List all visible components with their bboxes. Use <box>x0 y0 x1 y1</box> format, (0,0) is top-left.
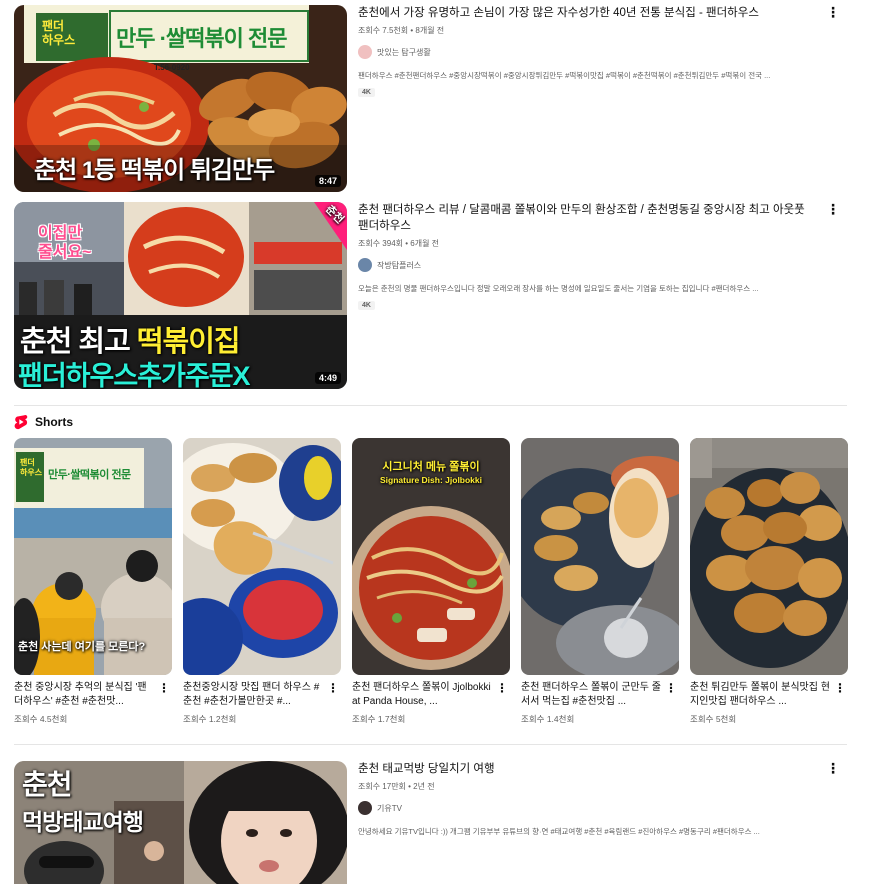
channel-info[interactable]: 기유TV <box>358 801 818 815</box>
channel-name[interactable]: 기유TV <box>377 803 402 814</box>
shorts-shelf: 팬더 하우스 만두·쌀떡볶이 전문 춘천 사는데 여기를 모른다? 춘천 중앙시… <box>14 438 848 725</box>
short-overlay-ko: 시그니처 메뉴 쫄볶이 <box>382 461 480 473</box>
video-stats: 조회수 394회 • 6개월 전 <box>358 239 440 248</box>
short-item[interactable]: 춘천 튀김만두 쫄볶이 분식맛집 현지인맛집 팬더하우스 ... 조회수 5천회… <box>690 438 848 725</box>
video-result-1[interactable]: 팬더 하우스 만두 ·쌀떡볶이 전문 T.56-0920 춘천 1등 떡볶이 튀… <box>14 5 848 192</box>
short-thumbnail[interactable] <box>690 438 848 675</box>
short-title[interactable]: 춘천 튀김만두 쫄볶이 분식맛집 현지인맛집 팬더하우스 ... <box>690 681 830 709</box>
short-item[interactable]: 시그니처 메뉴 쫄볶이 Signature Dish: Jjolbokki 춘천… <box>352 438 510 725</box>
thumbnail-caption-line-1: 춘천 <box>22 769 73 800</box>
quality-badge: 4K <box>358 88 375 97</box>
channel-info[interactable]: 맛있는 탐구생활 <box>358 45 818 59</box>
thumbnail-sign-left: 팬더 하우스 <box>42 19 76 47</box>
short-title[interactable]: 춘천 팬더하우스 쫄볶이 Jjolbokki at Panda House, .… <box>352 681 492 709</box>
channel-name[interactable]: 맛있는 탐구생활 <box>377 47 431 58</box>
short-image <box>690 438 848 675</box>
more-vertical-icon[interactable]: ⋮ <box>826 5 840 21</box>
short-item[interactable]: 팬더 하우스 만두·쌀떡볶이 전문 춘천 사는데 여기를 모른다? 춘천 중앙시… <box>14 438 172 725</box>
short-views: 조회수 1.7천회 <box>352 714 406 724</box>
channel-avatar[interactable] <box>358 45 372 59</box>
quality-badge: 4K <box>358 301 375 310</box>
short-views: 조회수 1.4천회 <box>521 714 575 724</box>
more-vertical-icon[interactable]: ⋮ <box>826 202 840 218</box>
video-stats: 조회수 7.5천회 • 8개월 전 <box>358 26 445 35</box>
short-title[interactable]: 춘천 팬더하우스 쫄볶이 군만두 줄서서 먹는집 #춘천맛집 ... <box>521 681 661 709</box>
video-meta: 춘천 태교먹방 당일치기 여행 조회수 17만회 • 2년 전 기유TV 안녕하… <box>347 761 848 884</box>
thumbnail-sign-main: 만두 ·쌀떡볶이 전문 <box>116 26 287 51</box>
video-meta: 춘천 팬더하우스 리뷰 / 달콤매콤 쫄볶이와 만두의 환상조합 / 춘천명동길… <box>347 202 848 389</box>
short-thumbnail[interactable] <box>183 438 341 675</box>
video-thumbnail-1[interactable]: 팬더 하우스 만두 ·쌀떡볶이 전문 T.56-0920 춘천 1등 떡볶이 튀… <box>14 5 347 192</box>
video-description: 팬더하우스 #춘천팬더하우스 #중앙시장떡볶이 #중앙시장튀김만두 #떡볶이맛집… <box>358 71 771 80</box>
more-vertical-icon[interactable]: ⋮ <box>496 681 508 695</box>
video-meta: 춘천에서 가장 유명하고 손님이 가장 많은 자수성가한 40년 전통 분식집 … <box>347 5 848 192</box>
short-thumbnail[interactable]: 팬더 하우스 만두·쌀떡볶이 전문 춘천 사는데 여기를 모른다? <box>14 438 172 675</box>
video-thumbnail-3[interactable]: 춘천 먹방태교여행 <box>14 761 347 884</box>
short-title[interactable]: 춘천 중앙시장 추억의 분식집 '팬더하우스' #춘천 #춘천맛... <box>14 681 154 709</box>
video-description: 안녕하세요 기유TV입니다 :)) 개그팸 기유부부 유튜브의 향·연 #태교여… <box>358 827 760 836</box>
short-sign-left: 팬더 하우스 <box>20 458 43 477</box>
shorts-header: Shorts <box>14 414 73 430</box>
more-vertical-icon[interactable]: ⋮ <box>665 681 677 695</box>
short-item[interactable]: 춘천 팬더하우스 쫄볶이 군만두 줄서서 먹는집 #춘천맛집 ... 조회수 1… <box>521 438 679 725</box>
channel-name[interactable]: 작방탐플러스 <box>377 260 421 271</box>
section-divider <box>14 744 847 745</box>
short-image <box>521 438 679 675</box>
short-title[interactable]: 춘천중앙시장 맛집 팬더 하우스 #춘천 #춘천가볼만한곳 #... <box>183 681 323 709</box>
thumbnail-caption-line-2: 먹방태교여행 <box>22 809 144 835</box>
channel-avatar[interactable] <box>358 258 372 272</box>
video-duration: 4:49 <box>314 372 341 384</box>
video-result-2[interactable]: 이집만 줄서요~ 춘천 춘천 최고 떡볶이집 팬더하우스추가주문X 4:49 춘… <box>14 202 848 389</box>
short-views: 조회수 1.2천회 <box>183 714 237 724</box>
thumbnail-caption-line-2: 팬더하우스추가주문X <box>18 361 251 389</box>
short-views: 조회수 4.5천회 <box>14 714 68 724</box>
shorts-label: Shorts <box>35 415 74 429</box>
video-thumbnail-2[interactable]: 이집만 줄서요~ 춘천 춘천 최고 떡볶이집 팬더하우스추가주문X 4:49 <box>14 202 347 389</box>
more-vertical-icon[interactable]: ⋮ <box>158 681 170 695</box>
more-vertical-icon[interactable]: ⋮ <box>826 761 840 777</box>
section-divider <box>14 405 847 406</box>
thumbnail-phone: T.56-0920 <box>154 63 190 72</box>
short-overlay-caption: 춘천 사는데 여기를 모른다? <box>18 641 146 653</box>
more-vertical-icon[interactable]: ⋮ <box>834 681 846 695</box>
video-result-3[interactable]: 춘천 먹방태교여행 춘천 태교먹방 당일치기 여행 조회수 17만회 • 2년 … <box>14 761 848 884</box>
short-thumbnail[interactable]: 시그니처 메뉴 쫄볶이 Signature Dish: Jjolbokki <box>352 438 510 675</box>
thumbnail-bubble: 이집만 줄서요~ <box>38 225 92 261</box>
thumbnail-caption: 춘천 1등 떡볶이 튀김만두 <box>34 157 275 184</box>
video-description: 오늘은 춘천의 명물 팬더하우스입니다 정말 오래오래 장사를 하는 명성에 일… <box>358 284 759 293</box>
short-sign: 만두·쌀떡볶이 전문 <box>48 469 131 481</box>
more-vertical-icon[interactable]: ⋮ <box>327 681 339 695</box>
short-views: 조회수 5천회 <box>690 714 737 724</box>
video-stats: 조회수 17만회 • 2년 전 <box>358 782 435 791</box>
video-title[interactable]: 춘천에서 가장 유명하고 손님이 가장 많은 자수성가한 40년 전통 분식집 … <box>358 5 818 21</box>
channel-info[interactable]: 작방탐플러스 <box>358 258 818 272</box>
video-duration: 8:47 <box>314 175 341 187</box>
shorts-logo-icon <box>14 414 28 430</box>
short-item[interactable]: 춘천중앙시장 맛집 팬더 하우스 #춘천 #춘천가볼만한곳 #... 조회수 1… <box>183 438 341 725</box>
short-image <box>183 438 341 675</box>
short-overlay-en: Signature Dish: Jjolbokki <box>379 475 483 485</box>
channel-avatar[interactable] <box>358 801 372 815</box>
video-title[interactable]: 춘천 팬더하우스 리뷰 / 달콤매콤 쫄볶이와 만두의 환상조합 / 춘천명동길… <box>358 202 818 234</box>
video-title[interactable]: 춘천 태교먹방 당일치기 여행 <box>358 761 818 777</box>
short-thumbnail[interactable] <box>521 438 679 675</box>
